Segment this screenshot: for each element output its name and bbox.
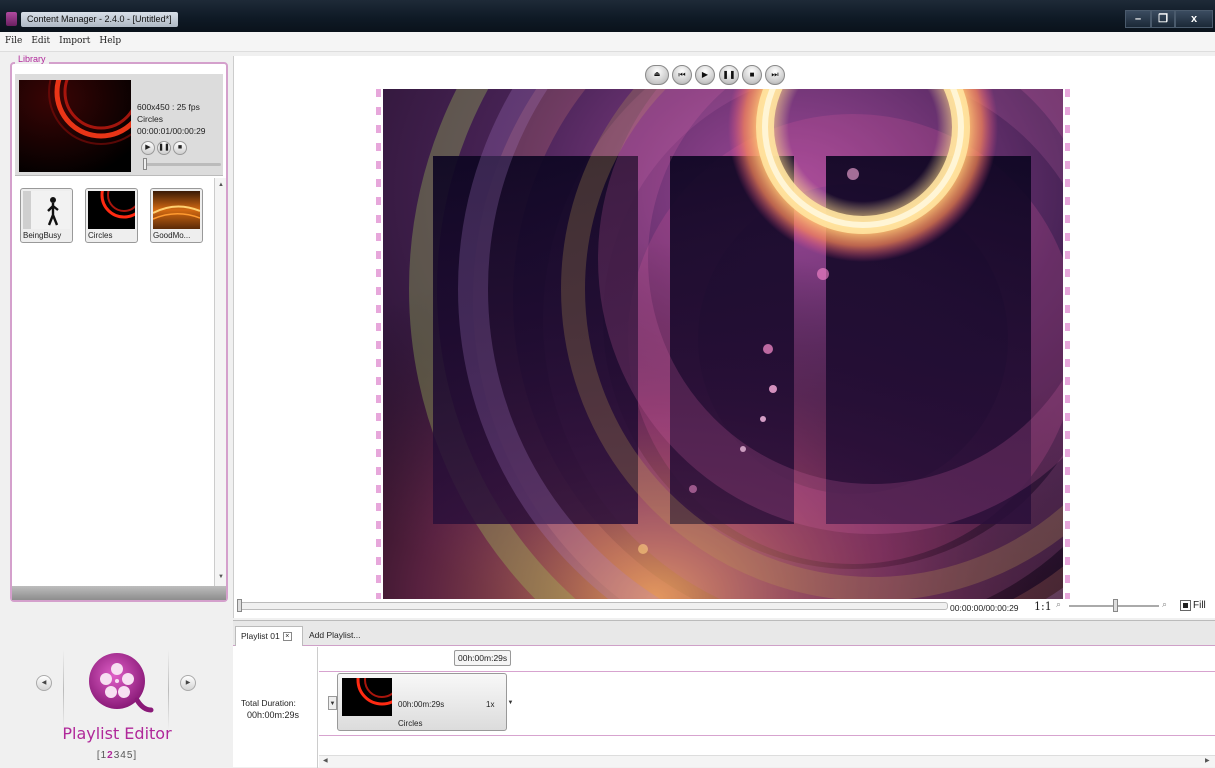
library-item-goodmo[interactable]: GoodMo...: [150, 188, 203, 243]
playlist-area: Playlist 01 × Add Playlist... Total Durat…: [233, 620, 1215, 768]
zoom-in-icon[interactable]: ⌕: [1162, 599, 1167, 610]
timeline-time-badge: 00h:00m:29s: [454, 650, 512, 666]
preview-thumbnail: [19, 80, 131, 172]
library-item-beingbusy[interactable]: BeingBusy: [20, 188, 73, 243]
fill-checkbox[interactable]: [1180, 600, 1191, 611]
circles-thumbnail-icon: [88, 191, 135, 229]
playlist-tabs: Playlist 01 × Add Playlist...: [233, 621, 1215, 646]
page-numbers-after[interactable]: 345: [114, 750, 134, 761]
menu-edit[interactable]: Edit: [26, 32, 54, 46]
window-title: Content Manager - 2.4.0 - [Untitled*]: [21, 12, 178, 27]
next-editor-button[interactable]: ▶: [180, 675, 196, 691]
playlist-summary: Total Duration: 00h:00m:29s: [233, 647, 318, 768]
preview-play-button[interactable]: ▶: [141, 141, 155, 155]
aspect-ratio-button[interactable]: 1:1: [1034, 600, 1052, 613]
add-playlist-tab[interactable]: Add Playlist...: [304, 626, 366, 646]
editor-page-indicator[interactable]: [12345]: [62, 750, 172, 761]
scroll-left-icon[interactable]: ◀: [323, 757, 328, 764]
track-line-top: [319, 671, 1215, 672]
title-bar: Content Manager - 2.4.0 - [Untitled*] – …: [0, 0, 1215, 32]
maximize-button[interactable]: ❐: [1151, 10, 1175, 28]
eject-button[interactable]: ⏏: [645, 65, 669, 85]
playlist-clip[interactable]: ▼ 00h:00m:29s 1x Circles ▼: [328, 673, 513, 731]
film-reel-icon[interactable]: [85, 648, 155, 718]
scroll-down-icon[interactable]: ▼: [216, 572, 226, 582]
clip-repeat[interactable]: 1x: [486, 700, 494, 709]
menu-file[interactable]: File: [0, 32, 26, 46]
preview-time: 00:00:01/00:00:29: [137, 126, 206, 136]
fill-label: Fill: [1193, 600, 1206, 611]
close-button[interactable]: x: [1175, 10, 1213, 28]
menu-help[interactable]: Help: [94, 32, 125, 46]
playback-time: 00:00:00/00:00:29: [950, 603, 1019, 613]
library-label: Library: [15, 54, 49, 64]
preview-stop-button[interactable]: ■: [173, 141, 187, 155]
minimize-button[interactable]: –: [1125, 10, 1151, 28]
nav-divider: [168, 650, 169, 730]
library-item-label: Circles: [88, 231, 113, 240]
scrubber-handle[interactable]: [237, 599, 242, 612]
preview-name: Circles: [137, 114, 163, 124]
stage-guide-right: [1065, 89, 1070, 599]
clip-name: Circles: [398, 719, 423, 728]
library-bottom-bar: [12, 586, 226, 600]
chevron-down-icon[interactable]: ▼: [328, 696, 337, 710]
video-stage[interactable]: [383, 89, 1063, 599]
library-item-label: GoodMo...: [153, 231, 191, 240]
previous-editor-button[interactable]: ◀: [36, 675, 52, 691]
app-icon: [6, 12, 17, 26]
zoom-slider-handle[interactable]: [1113, 599, 1118, 612]
preview-pause-button[interactable]: ❚❚: [157, 141, 171, 155]
library-scrollbar[interactable]: ▲ ▼: [214, 178, 226, 598]
next-button[interactable]: ⏭: [765, 65, 785, 85]
chevron-down-icon[interactable]: ▼: [506, 696, 515, 710]
tab-label: Playlist 01: [241, 631, 280, 641]
person-thumbnail-icon: [23, 191, 70, 229]
close-tab-icon[interactable]: ×: [282, 632, 292, 642]
menu-bar: File Edit Import Help: [0, 32, 1215, 52]
player-area: ⏏ ⏮ ▶ ❚❚ ■ ⏭ 00:00:00/00:00:29 1:1 ⌕ ⌕ F…: [233, 56, 1215, 618]
playback-scrubber[interactable]: [238, 602, 948, 610]
tab-playlist-01[interactable]: Playlist 01 ×: [235, 626, 303, 646]
preview-slider-track[interactable]: [143, 163, 221, 166]
scroll-up-icon[interactable]: ▲: [216, 180, 226, 190]
page-bracket-close: ]: [133, 750, 138, 761]
scroll-right-icon[interactable]: ▶: [1205, 757, 1210, 764]
preview-resolution: 600x450 : 25 fps: [137, 102, 200, 112]
nav-divider: [63, 650, 64, 730]
preview-slider-handle[interactable]: [143, 158, 147, 170]
library-panel: 600x450 : 25 fps Circles 00:00:01/00:00:…: [10, 62, 228, 602]
previous-button[interactable]: ⏮: [672, 65, 692, 85]
total-duration-label: Total Duration:: [241, 698, 296, 708]
sunset-thumbnail-icon: [153, 191, 200, 229]
total-duration-value: 00h:00m:29s: [247, 710, 300, 720]
menu-import[interactable]: Import: [54, 32, 94, 46]
library-preview: 600x450 : 25 fps Circles 00:00:01/00:00:…: [15, 74, 223, 176]
editor-title: Playlist Editor: [62, 724, 172, 743]
clip-duration: 00h:00m:29s: [398, 700, 445, 709]
library-item-circles[interactable]: Circles: [85, 188, 138, 243]
play-button[interactable]: ▶: [695, 65, 715, 85]
playlist-editor-nav: ◀ ▶ Playlist Editor [12345]: [0, 620, 232, 767]
pause-button[interactable]: ❚❚: [719, 65, 739, 85]
library-item-label: BeingBusy: [23, 231, 62, 240]
zoom-out-icon[interactable]: ⌕: [1056, 599, 1061, 610]
clip-thumbnail: [342, 678, 392, 716]
track-line-bottom: [319, 735, 1215, 736]
stage-guide-left: [376, 89, 381, 599]
stop-button[interactable]: ■: [742, 65, 762, 85]
timeline-scrollbar[interactable]: ◀ ▶: [319, 755, 1215, 767]
